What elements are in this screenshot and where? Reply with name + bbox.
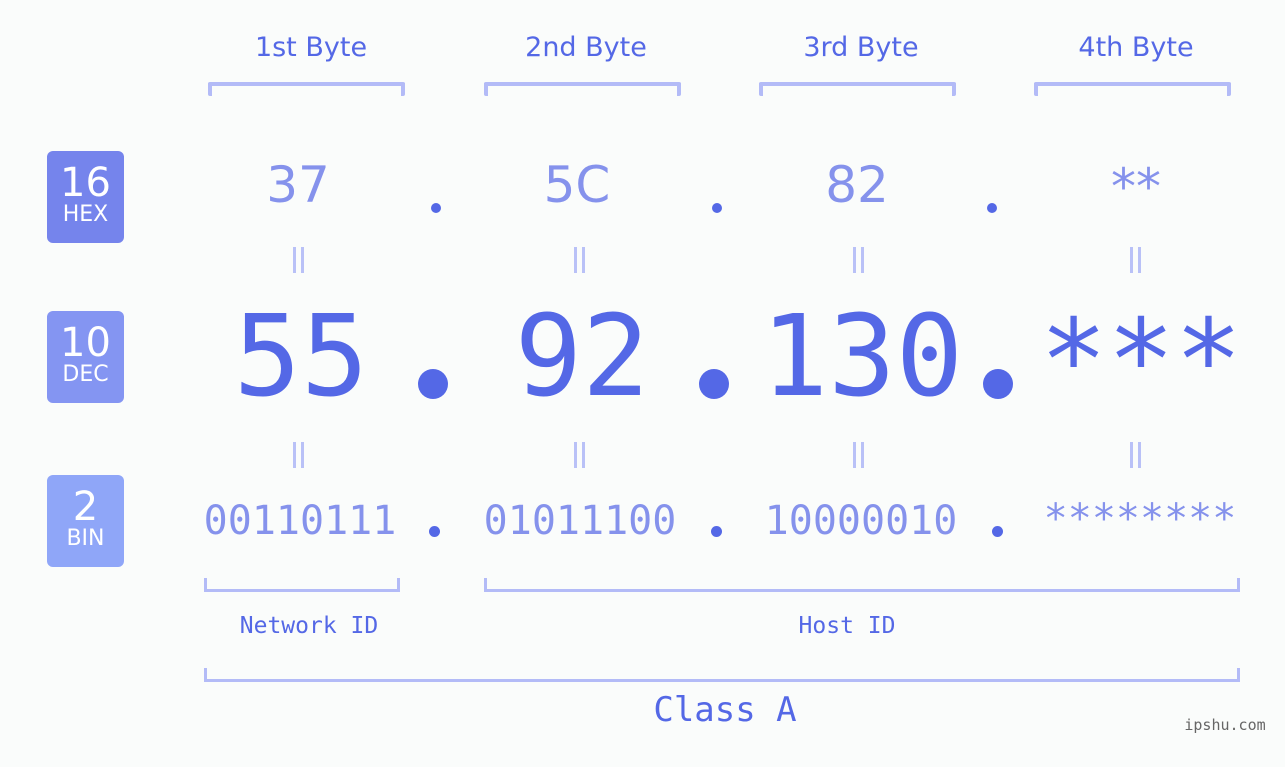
class-bracket — [204, 668, 1240, 682]
equals-icon — [850, 247, 866, 273]
hex-dot-3 — [987, 203, 997, 213]
class-label: Class A — [653, 690, 797, 730]
dec-badge-label: DEC — [62, 362, 109, 387]
hex-byte-2: 5C — [543, 156, 611, 214]
dec-byte-3: 130 — [760, 292, 964, 422]
equals-icon — [290, 247, 306, 273]
network-id-bracket — [204, 578, 400, 592]
bracket-byte-2 — [484, 82, 681, 96]
dec-dot-3 — [983, 369, 1013, 399]
bin-badge: 2 BIN — [47, 475, 124, 567]
bin-badge-number: 2 — [72, 484, 99, 530]
equals-icon — [290, 442, 306, 468]
bin-dot-1 — [429, 526, 440, 537]
bracket-byte-1 — [208, 82, 405, 96]
dec-byte-1: 55 — [233, 292, 369, 422]
bin-byte-2: 01011100 — [483, 498, 677, 544]
bin-byte-3: 10000010 — [764, 498, 958, 544]
equals-icon — [1127, 247, 1143, 273]
host-id-bracket — [484, 578, 1240, 592]
bin-byte-4: ******** — [1043, 496, 1237, 542]
dec-dot-2 — [699, 369, 729, 399]
header-byte-1: 1st Byte — [254, 32, 368, 63]
bracket-byte-3 — [759, 82, 956, 96]
bracket-byte-4 — [1034, 82, 1231, 96]
hex-dot-1 — [431, 203, 441, 213]
bin-dot-2 — [711, 526, 722, 537]
hex-byte-1: 37 — [266, 156, 330, 214]
bin-byte-1: 00110111 — [203, 498, 397, 544]
header-byte-2: 2nd Byte — [525, 32, 647, 63]
dec-byte-4: *** — [1039, 296, 1243, 426]
dec-dot-1 — [418, 369, 448, 399]
bin-badge-label: BIN — [66, 526, 105, 551]
host-id-label: Host ID — [798, 613, 896, 639]
dec-badge-number: 10 — [60, 320, 111, 366]
hex-byte-3: 82 — [825, 156, 889, 214]
equals-icon — [1127, 442, 1143, 468]
header-byte-3: 3rd Byte — [803, 32, 919, 63]
hex-dot-2 — [712, 203, 722, 213]
dec-badge: 10 DEC — [47, 311, 124, 403]
dec-byte-2: 92 — [514, 292, 650, 422]
bin-dot-3 — [992, 526, 1003, 537]
hex-badge-number: 16 — [60, 160, 111, 206]
equals-icon — [850, 442, 866, 468]
network-id-label: Network ID — [239, 613, 379, 639]
hex-badge-label: HEX — [62, 202, 109, 227]
equals-icon — [571, 442, 587, 468]
header-byte-4: 4th Byte — [1078, 32, 1194, 63]
hex-byte-4: ** — [1111, 158, 1161, 216]
watermark: ipshu.com — [1184, 716, 1266, 734]
equals-icon — [571, 247, 587, 273]
hex-badge: 16 HEX — [47, 151, 124, 243]
